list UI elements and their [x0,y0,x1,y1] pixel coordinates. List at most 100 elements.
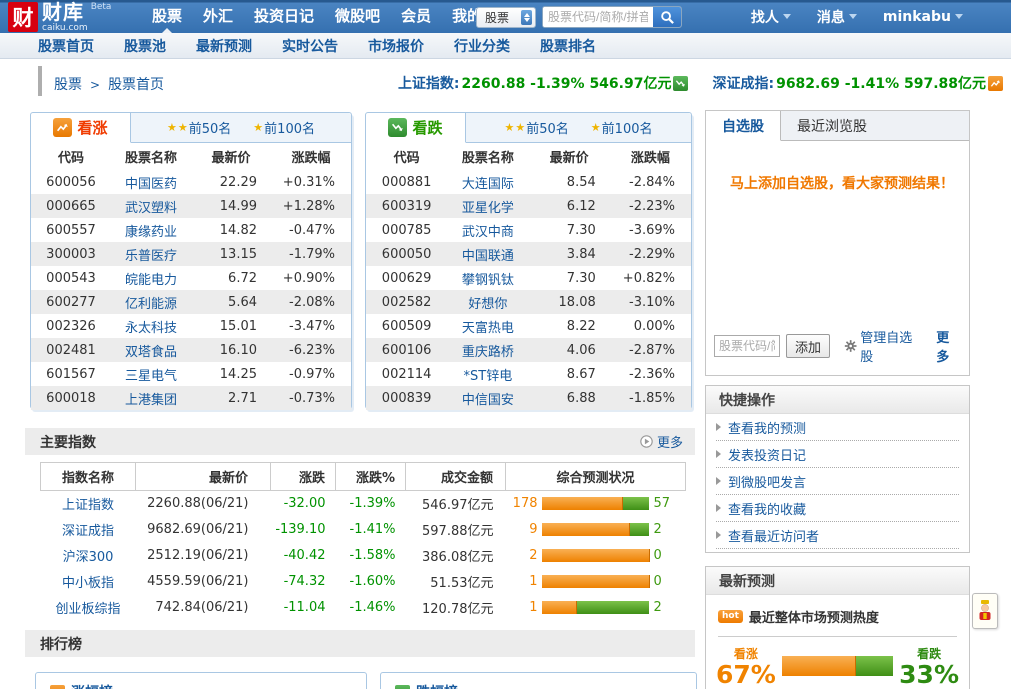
indices-more-link[interactable]: 更多 [640,432,683,451]
tab-bearish[interactable]: 看跌 [366,113,466,143]
quick-action-item[interactable]: 查看我的收藏 [716,495,959,522]
stock-name-link[interactable]: 重庆路桥 [462,345,514,360]
stock-name-link[interactable]: 中国医药 [125,177,177,192]
stock-name-link[interactable]: 武汉塑料 [125,201,177,216]
stock-price: 8.54 [529,170,610,194]
tab-top100[interactable]: ★ 前100名 [253,118,315,137]
bull-count: 9 [512,522,538,537]
sub-nav-item[interactable]: 行业分类 [454,36,510,56]
stock-change: 0.00% [610,314,691,338]
stock-name-link[interactable]: 亿利能源 [125,297,177,312]
stock-name-link[interactable]: 中信国安 [462,393,514,408]
stock-price: 14.25 [191,362,271,386]
main-nav-item[interactable]: 外汇 [203,0,233,33]
stock-change: -2.23% [610,194,691,218]
manage-watchlist-link[interactable]: 管理自选股 [844,327,922,365]
stock-price: 6.88 [529,386,610,410]
main-nav-item[interactable]: 投资日记 [254,0,314,33]
panel-title: 快捷操作 [706,386,969,414]
shanghai-index-ticker[interactable]: 上证指数: 2260.88 -1.39% 546.97亿元 [398,73,689,93]
tab-top50[interactable]: ★★ 前50名 [505,118,569,137]
table-row: 600319 亚星化学 6.12 -2.23% [366,194,691,218]
watchlist-add-input[interactable] [714,335,780,357]
header-search-area: 股票 [476,6,682,28]
column-header: 综合预测状况 [506,463,686,491]
mascot-floating-button[interactable] [972,593,998,629]
bullish-panel-tabs: 看涨 ★★ 前50名 ★ 前100名 [31,113,351,143]
stock-name-link[interactable]: 大连国际 [462,177,514,192]
column-header: 成交金额 [406,463,506,491]
stock-name-link[interactable]: 三星电气 [125,369,177,384]
stock-code: 600050 [366,242,447,266]
sub-nav-item[interactable]: 市场报价 [368,36,424,56]
hot-badge: hot [718,610,743,623]
stock-name-link[interactable]: 天富热电 [462,321,514,336]
shenzhen-index-ticker[interactable]: 深证成指: 9682.69 -1.41% 597.88亿元 [712,73,1003,93]
sub-nav-item[interactable]: 最新预测 [196,36,252,56]
column-header: 代码 [366,143,447,170]
stock-price: 14.99 [191,194,271,218]
watchlist-more-link[interactable]: 更多 [936,327,961,365]
user-menu-label: minkabu [883,9,951,25]
stock-search-input[interactable] [543,7,653,27]
index-name-link[interactable]: 创业板综指 [41,595,136,621]
manage-watchlist-label: 管理自选股 [860,327,922,365]
tab-top100[interactable]: ★ 前100名 [591,118,653,137]
tab-recently-viewed[interactable]: 最近浏览股 [781,111,883,140]
stock-name-link[interactable]: 乐普医疗 [125,249,177,264]
main-nav-item[interactable]: 会员 [401,0,431,33]
sub-nav-item[interactable]: 股票池 [124,36,166,56]
column-header: 涨跌% [336,463,406,491]
user-menu-item[interactable]: 找人 [751,7,791,27]
tab-bullish[interactable]: 看涨 [31,113,131,143]
stock-name-link[interactable]: 亚星化学 [462,201,514,216]
stock-code: 600509 [366,314,447,338]
quick-action-label: 查看最近访问者 [728,526,819,545]
index-name-link[interactable]: 上证指数 [41,491,136,517]
add-stock-button[interactable]: 添加 [786,334,830,358]
sub-nav-item[interactable]: 股票排名 [540,36,596,56]
index-name-link[interactable]: 深证成指 [41,517,136,543]
stock-name-link[interactable]: 好想你 [468,297,507,312]
user-menu-item[interactable]: 消息 [817,7,857,27]
index-turnover: 546.97亿元 [406,491,506,517]
stock-price: 16.10 [191,338,271,362]
quick-action-item[interactable]: 查看最近访问者 [716,522,959,549]
tab-losers[interactable]: 跌幅榜 [416,682,458,689]
stock-name-link[interactable]: *ST锌电 [464,369,513,384]
user-menu-item[interactable]: minkabu [883,9,963,25]
quick-action-item[interactable]: 发表投资日记 [716,441,959,468]
main-nav-item[interactable]: 微股吧 [335,0,380,33]
search-button[interactable] [653,7,681,27]
stock-name-link[interactable]: 皖能电力 [125,273,177,288]
breadcrumb-root[interactable]: 股票 [54,77,82,93]
index-name-link[interactable]: 沪深300 [41,543,136,569]
stock-name-link[interactable]: 康缘药业 [125,225,177,240]
tab-gainers[interactable]: 涨幅榜 [71,682,113,689]
table-row: 600277 亿利能源 5.64 -2.08% [31,290,351,314]
main-nav-item[interactable]: 股票 [152,0,182,33]
breadcrumb-current: 股票首页 [108,77,164,93]
bear-bar-segment [630,523,650,536]
quick-action-item[interactable]: 查看我的预测 [716,414,959,441]
site-logo[interactable]: 财 财库 caiku.com Beta [8,2,111,33]
quick-action-item[interactable]: 到微股吧发言 [716,468,959,495]
index-name-link[interactable]: 中小板指 [41,569,136,595]
stock-name-link[interactable]: 攀钢钒钛 [462,273,514,288]
market-heat-header: hot 最近整体市场预测热度 [718,607,969,626]
up-trend-chart-icon[interactable] [988,76,1003,91]
stock-name-link[interactable]: 武汉中商 [462,225,514,240]
sub-nav-item[interactable]: 股票首页 [38,36,94,56]
search-category-select[interactable]: 股票 [476,7,536,28]
sub-nav-item[interactable]: 实时公告 [282,36,338,56]
stock-name-link[interactable]: 中国联通 [462,249,514,264]
tab-top50[interactable]: ★★ 前50名 [167,118,231,137]
stock-name-link[interactable]: 永太科技 [125,321,177,336]
tab-watchlist[interactable]: 自选股 [706,111,781,141]
table-row: 600018 上港集团 2.71 -0.73% [31,386,351,410]
down-trend-chart-icon[interactable] [673,76,688,91]
stock-price: 15.01 [191,314,271,338]
stock-change: -2.84% [610,170,691,194]
stock-name-link[interactable]: 双塔食品 [125,345,177,360]
stock-name-link[interactable]: 上港集团 [125,393,177,408]
